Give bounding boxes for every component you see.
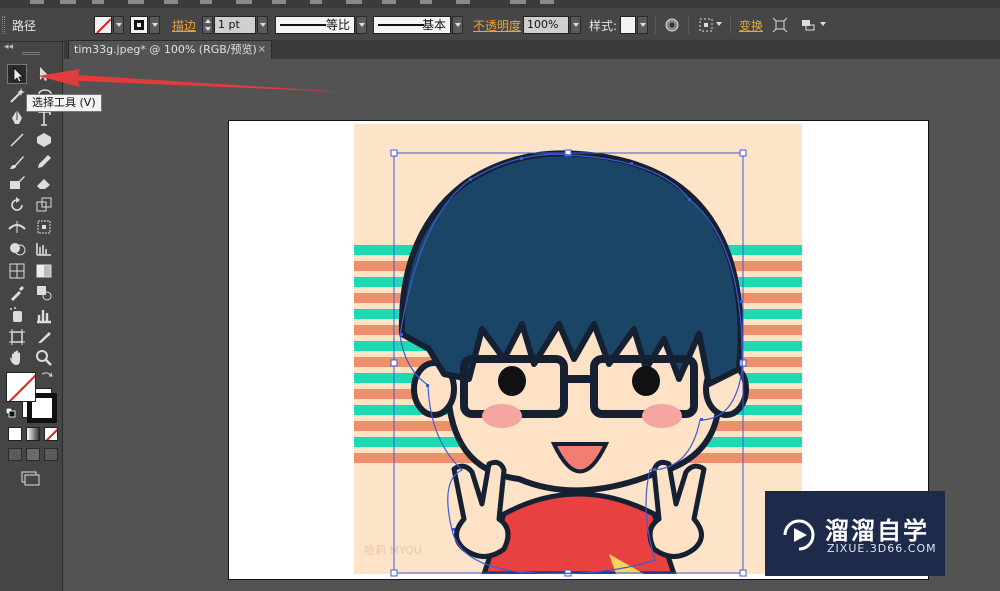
- gradient-tool-icon[interactable]: [34, 261, 54, 281]
- free-transform-tool-icon[interactable]: [34, 217, 54, 237]
- draw-normal-icon[interactable]: [8, 448, 22, 461]
- color-mode-button[interactable]: [8, 427, 22, 441]
- pencil-tool-icon[interactable]: [34, 152, 54, 172]
- artboard-tool-icon[interactable]: [7, 327, 27, 347]
- watermark-badge: 溜溜自学 ZIXUE.3D66.COM: [765, 491, 945, 576]
- tools-panel: ◂◂: [0, 42, 63, 591]
- pen-tool-icon[interactable]: [7, 108, 27, 128]
- selection-tool-icon[interactable]: [7, 64, 27, 84]
- screen-mode-icon[interactable]: [20, 470, 40, 486]
- panel-drag-handle[interactable]: [22, 52, 40, 55]
- draw-behind-icon[interactable]: [26, 448, 40, 461]
- scale-tool-icon[interactable]: [34, 195, 54, 215]
- gradient-mode-button[interactable]: [26, 427, 40, 441]
- column-graph-tool-icon[interactable]: [34, 305, 54, 325]
- mesh-tool-icon[interactable]: [7, 261, 27, 281]
- eyedropper-tool-icon[interactable]: [7, 283, 27, 303]
- none-mode-button[interactable]: [44, 427, 58, 441]
- swap-fill-stroke-icon[interactable]: [40, 370, 54, 382]
- magic-wand-tool-icon[interactable]: [7, 85, 27, 105]
- width-tool-icon[interactable]: [7, 217, 27, 237]
- play-logo-icon: [783, 519, 815, 551]
- symbol-sprayer-tool-icon[interactable]: [7, 305, 27, 325]
- direct-selection-tool-icon[interactable]: [34, 64, 54, 84]
- eraser-tool-icon[interactable]: [34, 173, 54, 193]
- slice-tool-icon[interactable]: [34, 327, 54, 347]
- blob-brush-tool-icon[interactable]: [7, 173, 27, 193]
- line-segment-tool-icon[interactable]: [7, 130, 27, 150]
- collapse-panel-icon[interactable]: ◂◂: [4, 42, 13, 52]
- fill-color-swatch[interactable]: [6, 372, 36, 402]
- polygon-tool-icon[interactable]: [34, 130, 54, 150]
- zoom-tool-icon[interactable]: [34, 348, 54, 368]
- blend-tool-icon[interactable]: [34, 283, 54, 303]
- watermark-title: 溜溜自学: [825, 517, 929, 545]
- hand-tool-icon[interactable]: [7, 348, 27, 368]
- selection-tool-tooltip: 选择工具 (V): [26, 94, 102, 112]
- perspective-grid-tool-icon[interactable]: [34, 239, 54, 259]
- draw-inside-icon[interactable]: [44, 448, 58, 461]
- shape-builder-tool-icon[interactable]: [7, 239, 27, 259]
- paintbrush-tool-icon[interactable]: [7, 152, 27, 172]
- watermark-subtitle: ZIXUE.3D66.COM: [827, 542, 937, 555]
- rotate-tool-icon[interactable]: [7, 195, 27, 215]
- default-fill-stroke-icon[interactable]: [5, 407, 16, 418]
